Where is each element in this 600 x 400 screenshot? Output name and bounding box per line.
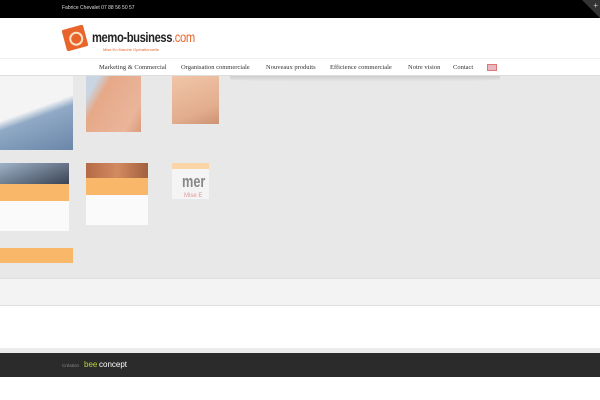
header-shadow xyxy=(230,76,500,82)
slide-white-panel xyxy=(86,195,148,225)
top-bar: Fabrice Chevalet 07 88 56 50 57 + xyxy=(0,0,600,18)
footer: Création bee concept xyxy=(0,353,600,377)
plus-icon: + xyxy=(593,1,598,10)
sliding-bar-toggle[interactable]: + xyxy=(582,0,600,18)
slide-orange-bar xyxy=(86,178,148,195)
slide-image-tile xyxy=(0,76,73,150)
slide-image-tile xyxy=(86,76,141,132)
slide-image-tile xyxy=(172,76,219,124)
logo-tld: .com xyxy=(172,29,195,45)
credit-brand-bee[interactable]: bee xyxy=(84,360,97,369)
slide-image-tile xyxy=(0,163,69,184)
slide-logo-text: mer xyxy=(182,172,206,191)
credit-label: Création xyxy=(62,363,80,368)
main-nav: Marketing & Commercial Organisation comm… xyxy=(0,58,600,76)
logo-name: memo-business xyxy=(92,29,173,45)
slide-white-panel xyxy=(0,201,69,231)
english-flag-icon[interactable] xyxy=(487,64,497,71)
hero-slider[interactable]: mer Mise E xyxy=(0,76,600,278)
slide-image-tile xyxy=(86,163,148,178)
nav-contact[interactable]: Contact xyxy=(453,64,473,71)
credit-brand-concept[interactable]: concept xyxy=(99,360,127,369)
slide-orange-bar xyxy=(0,184,69,201)
logo[interactable]: memo-business.com xyxy=(92,29,195,45)
slide-logo-tile: mer Mise E xyxy=(172,169,209,199)
contact-info: Fabrice Chevalet 07 88 56 50 57 xyxy=(62,5,135,11)
slide-orange-bar xyxy=(0,248,73,263)
nav-organisation[interactable]: Organisation commerciale xyxy=(181,64,250,71)
nav-nouveaux-produits[interactable]: Nouveaux produits xyxy=(266,64,316,71)
slide-logo-subtext: Mise E xyxy=(184,193,203,199)
logo-tagline: Mise En Marché Opérationnelle xyxy=(103,47,160,52)
nav-vision[interactable]: Notre vision xyxy=(408,64,440,71)
header xyxy=(0,18,600,58)
nav-efficience[interactable]: Efficience commerciale xyxy=(330,64,392,71)
nav-marketing[interactable]: Marketing & Commercial xyxy=(99,64,167,71)
content-band xyxy=(0,278,600,306)
